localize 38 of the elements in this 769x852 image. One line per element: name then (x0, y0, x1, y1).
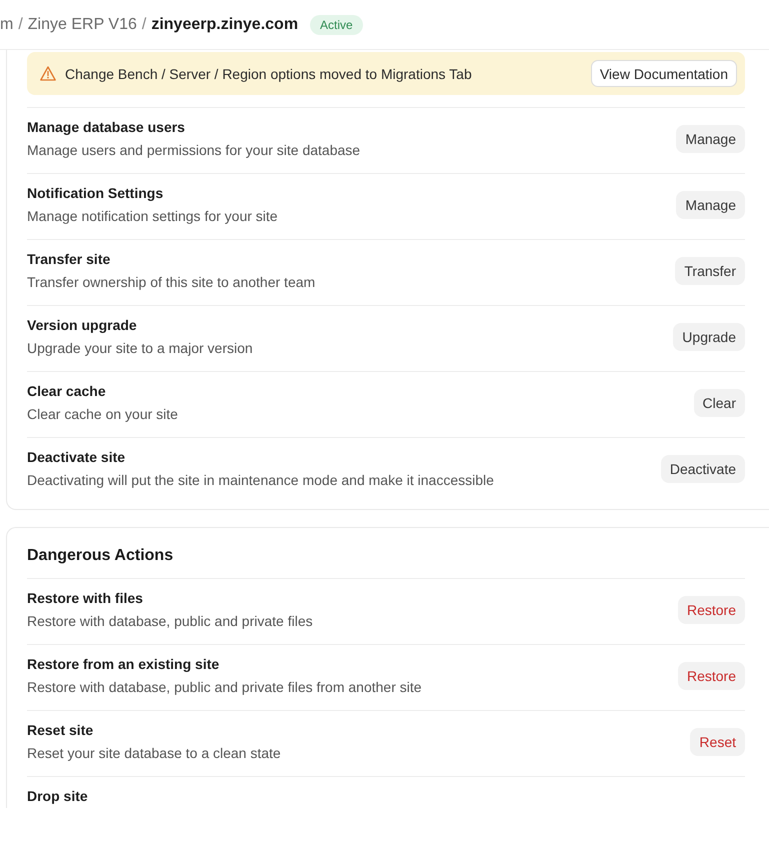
setting-title: Reset site (27, 721, 94, 740)
action-button[interactable]: Manage (676, 124, 745, 152)
action-button[interactable]: Restore (678, 662, 745, 690)
setting-title: Clear cache (27, 382, 107, 401)
setting-description: Deactivating will put the site in maintenance mode and make it inaccessible (27, 471, 495, 490)
setting-description: Restore with database, public and private files (27, 612, 314, 631)
setting-title: Notification Settings (27, 184, 164, 203)
action-button[interactable]: Manage (676, 190, 745, 218)
setting-description: Upgrade your site to a major version (27, 339, 254, 358)
status-badge: Active (310, 14, 363, 34)
action-button[interactable]: Clear (694, 388, 745, 416)
action-button[interactable]: Transfer (675, 256, 745, 284)
breadcrumb-separator: / (142, 14, 146, 34)
action-button[interactable]: Restore (678, 596, 745, 624)
breadcrumb-link[interactable]: m (0, 14, 14, 34)
breadcrumb-link[interactable]: Zinye ERP V16 (28, 14, 137, 34)
breadcrumb-separator: / (18, 14, 23, 34)
notice-text: Change Bench / Server / Region options moved to Migrations Tab (65, 64, 473, 84)
setting-title: Restore from an existing site (27, 655, 220, 674)
warning-icon (40, 66, 56, 81)
setting-description: Manage users and permissions for your site database (27, 141, 362, 160)
action-button[interactable]: Upgrade (673, 322, 745, 350)
setting-title: Transfer site (27, 250, 112, 269)
setting-description: Transfer ownership of this site to another team (27, 273, 316, 292)
setting-title: Version upgrade (27, 316, 138, 335)
setting-description: Clear cache on your site (27, 405, 179, 424)
setting-title: Deactivate site (27, 448, 126, 467)
setting-description: Manage notification settings for your site (27, 207, 279, 226)
setting-title: Restore with files (27, 589, 144, 608)
action-button[interactable]: Deactivate (660, 454, 745, 482)
breadcrumb-current: zinyeerp.zinye.com (151, 14, 298, 34)
setting-title: Manage database users (27, 118, 186, 137)
setting-description: Reset your site database to a clean state (27, 744, 282, 763)
view-documentation-button[interactable]: View Documentation (590, 60, 737, 87)
action-button[interactable]: Reset (690, 728, 745, 756)
setting-title: Drop site (27, 787, 89, 806)
section-heading: Dangerous Actions (27, 546, 174, 566)
setting-description: Restore with database, public and private files from another site (27, 678, 423, 697)
